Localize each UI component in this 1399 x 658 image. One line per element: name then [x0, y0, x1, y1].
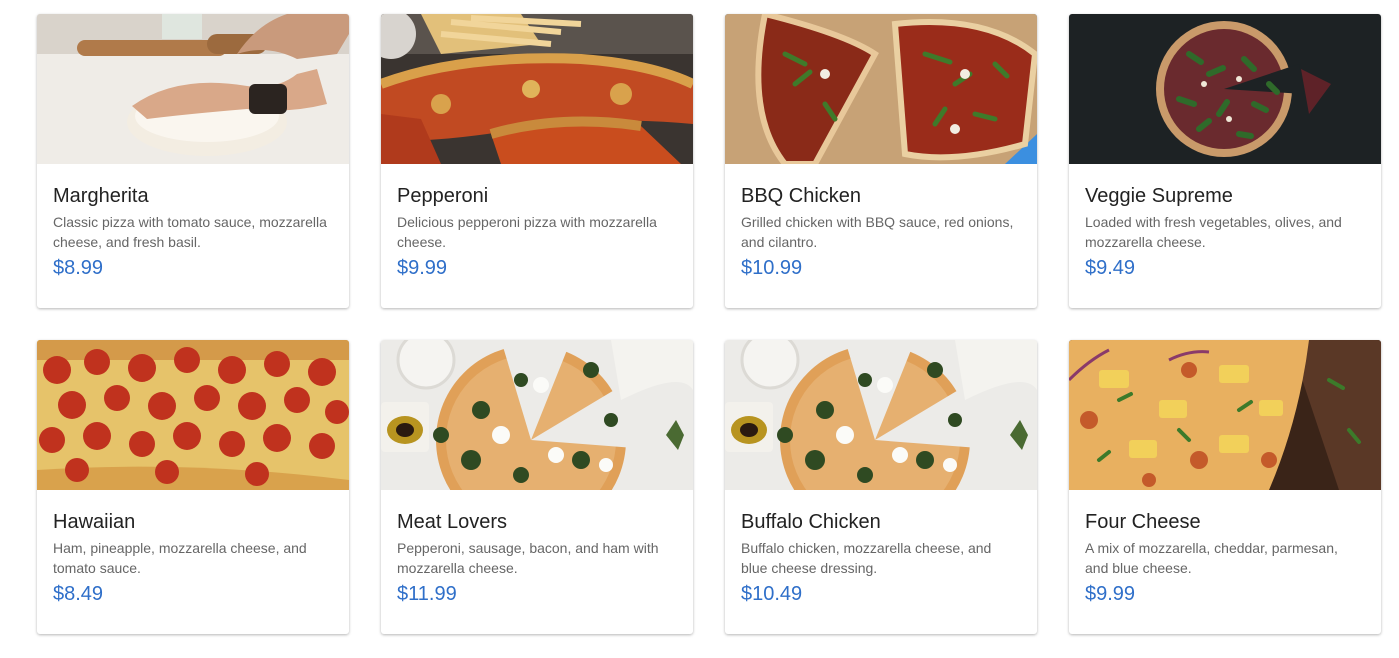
menu-card-hawaiian[interactable]: Hawaiian Ham, pineapple, mozzarella chee… [37, 340, 349, 634]
pizza-name: Pepperoni [397, 185, 489, 207]
pizza-price: $9.99 [397, 257, 448, 279]
menu-grid: Margherita Classic pizza with tomato sau… [0, 0, 1399, 658]
pizza-description: Loaded with fresh vegetables, olives, an… [1085, 214, 1342, 250]
pizza-description: Pepperoni, sausage, bacon, and ham with … [397, 540, 659, 576]
menu-card-bbq-chicken[interactable]: BBQ Chicken Grilled chicken with BBQ sau… [725, 14, 1037, 308]
pizza-name: Buffalo Chicken [741, 511, 881, 533]
pizza-price: $10.49 [741, 583, 803, 605]
spinach-mozzarella-pizza-photo [381, 340, 693, 490]
pizza-name: BBQ Chicken [741, 185, 862, 207]
pizza-price: $8.49 [53, 583, 104, 605]
pizza-price: $8.99 [53, 257, 104, 279]
menu-card-margherita[interactable]: Margherita Classic pizza with tomato sau… [37, 14, 349, 308]
pepperoni-closeup-photo [37, 340, 349, 490]
pizza-price: $9.49 [1085, 257, 1136, 279]
dough-kneading-photo [37, 14, 349, 164]
arugula-pizza-photo [725, 14, 1037, 164]
pizza-description: Grilled chicken with BBQ sauce, red onio… [741, 214, 1014, 250]
pizza-name: Veggie Supreme [1085, 185, 1233, 207]
pizza-price: $10.99 [741, 257, 803, 279]
pizza-description: Classic pizza with tomato sauce, mozzare… [53, 214, 327, 250]
pizza-price: $9.99 [1085, 583, 1136, 605]
pizza-price: $11.99 [397, 583, 457, 605]
dark-veggie-pizza-photo [1069, 14, 1381, 164]
pizza-description: Ham, pineapple, mozzarella cheese, and t… [53, 540, 307, 576]
pizza-description: Buffalo chicken, mozzarella cheese, and … [741, 540, 992, 576]
pineapple-pizza-photo [1069, 340, 1381, 490]
menu-card-buffalo-chicken[interactable]: Buffalo Chicken Buffalo chicken, mozzare… [725, 340, 1037, 634]
pizza-slices-fries-photo [381, 14, 693, 164]
menu-card-meat-lovers[interactable]: Meat Lovers Pepperoni, sausage, bacon, a… [381, 340, 693, 634]
pizza-name: Margherita [53, 185, 149, 207]
pizza-description: A mix of mozzarella, cheddar, parmesan, … [1085, 540, 1338, 576]
menu-card-veggie-supreme[interactable]: Veggie Supreme Loaded with fresh vegetab… [1069, 14, 1381, 308]
menu-card-four-cheese[interactable]: Four Cheese A mix of mozzarella, cheddar… [1069, 340, 1381, 634]
pizza-name: Meat Lovers [397, 511, 508, 533]
pizza-name: Hawaiian [53, 511, 136, 533]
pizza-description: Delicious pepperoni pizza with mozzarell… [397, 214, 657, 250]
menu-card-pepperoni[interactable]: Pepperoni Delicious pepperoni pizza with… [381, 14, 693, 308]
pizza-name: Four Cheese [1085, 511, 1201, 533]
spinach-mozzarella-pizza-photo [725, 340, 1037, 490]
